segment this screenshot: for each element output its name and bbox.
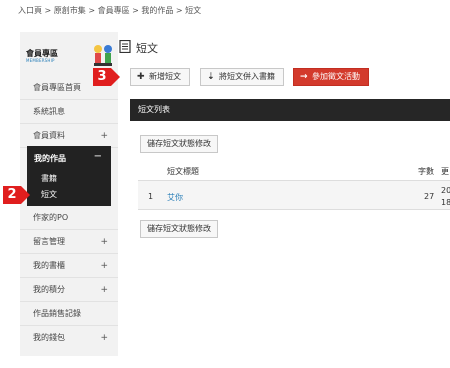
breadcrumb: 入口頁 > 原創市集 > 會員專區 > 我的作品 > 短文: [18, 6, 202, 15]
sidebar-item-label: 我的積分: [33, 285, 65, 294]
sidebar-item-messages[interactable]: 系統訊息: [20, 100, 118, 124]
mascot-logo: [94, 45, 112, 66]
sidebar-item-label: 系統訊息: [33, 107, 65, 116]
merge-icon: ⇣: [207, 72, 215, 82]
sidebar-item-label: 會員資料: [33, 131, 65, 140]
sidebar-item-points[interactable]: 我的積分 +: [20, 278, 118, 302]
sidebar-item-bookshelf[interactable]: 我的書櫃 +: [20, 254, 118, 278]
document-icon: [119, 40, 131, 53]
step-marker-2: 2: [3, 186, 21, 204]
sidebar-subitem-short-texts[interactable]: 短文: [41, 189, 57, 200]
sidebar-item-comments[interactable]: 留言管理 +: [20, 230, 118, 254]
sidebar-subitem-books[interactable]: 書籍: [41, 173, 57, 184]
row-index: 1: [148, 192, 154, 201]
column-header-updated: 更: [441, 167, 449, 176]
expand-icon[interactable]: +: [100, 254, 108, 278]
expand-icon[interactable]: +: [100, 278, 108, 302]
row-word-count: 27: [424, 192, 435, 201]
expand-icon[interactable]: +: [100, 230, 108, 254]
sidebar-item-wallet[interactable]: 我的錢包 +: [20, 326, 118, 350]
sidebar-item-label: 我的錢包: [33, 333, 65, 342]
expand-icon[interactable]: +: [100, 326, 108, 350]
row-date: 20: [441, 186, 450, 195]
sidebar-subtitle: MEMBERSHIP: [26, 58, 55, 63]
step-marker-3: 3: [93, 68, 111, 86]
collapse-icon[interactable]: −: [94, 151, 102, 162]
row-title-link[interactable]: 艾你: [167, 192, 183, 203]
sidebar-item-label: 作家的PO: [33, 213, 69, 222]
new-short-text-button[interactable]: ✚ 新增短文: [130, 68, 190, 86]
sidebar-item-label: 留言管理: [33, 237, 65, 246]
plus-icon: ✚: [137, 72, 145, 82]
sidebar-item-my-works[interactable]: 我的作品 − 書籍 短文: [27, 146, 111, 206]
sidebar-item-label: 我的作品: [34, 154, 66, 163]
sidebar-item-profile[interactable]: 會員資料 +: [20, 124, 118, 148]
sidebar-item-label: 我的書櫃: [33, 261, 65, 270]
join-contest-button[interactable]: → 參加徵文活動: [293, 68, 369, 86]
sidebar-item-label: 作品銷售記錄: [33, 309, 81, 318]
sidebar-item-label: 會員專區首頁: [33, 83, 81, 92]
column-header-words: 字數: [418, 167, 434, 176]
expand-icon[interactable]: +: [100, 124, 108, 148]
arrow-right-icon: →: [300, 72, 308, 82]
save-status-button[interactable]: 儲存短文狀態修改: [140, 135, 218, 153]
sidebar-item-sales[interactable]: 作品銷售記錄: [20, 302, 118, 326]
table-row: [138, 180, 450, 210]
merge-into-book-button[interactable]: ⇣ 將短文併入書籍: [200, 68, 284, 86]
sidebar-item-after-po[interactable]: 作家的PO: [20, 206, 118, 230]
panel-header: 短文列表: [130, 99, 450, 121]
marker-arrow: [21, 186, 30, 204]
page-title: 短文: [136, 42, 158, 55]
save-status-button[interactable]: 儲存短文狀態修改: [140, 220, 218, 238]
button-label: 將短文併入書籍: [219, 72, 275, 81]
row-date: 18: [441, 198, 450, 207]
button-label: 參加徵文活動: [312, 72, 360, 81]
marker-arrow: [111, 68, 120, 86]
button-label: 新增短文: [149, 72, 181, 81]
column-header-title: 短文標題: [167, 167, 199, 176]
